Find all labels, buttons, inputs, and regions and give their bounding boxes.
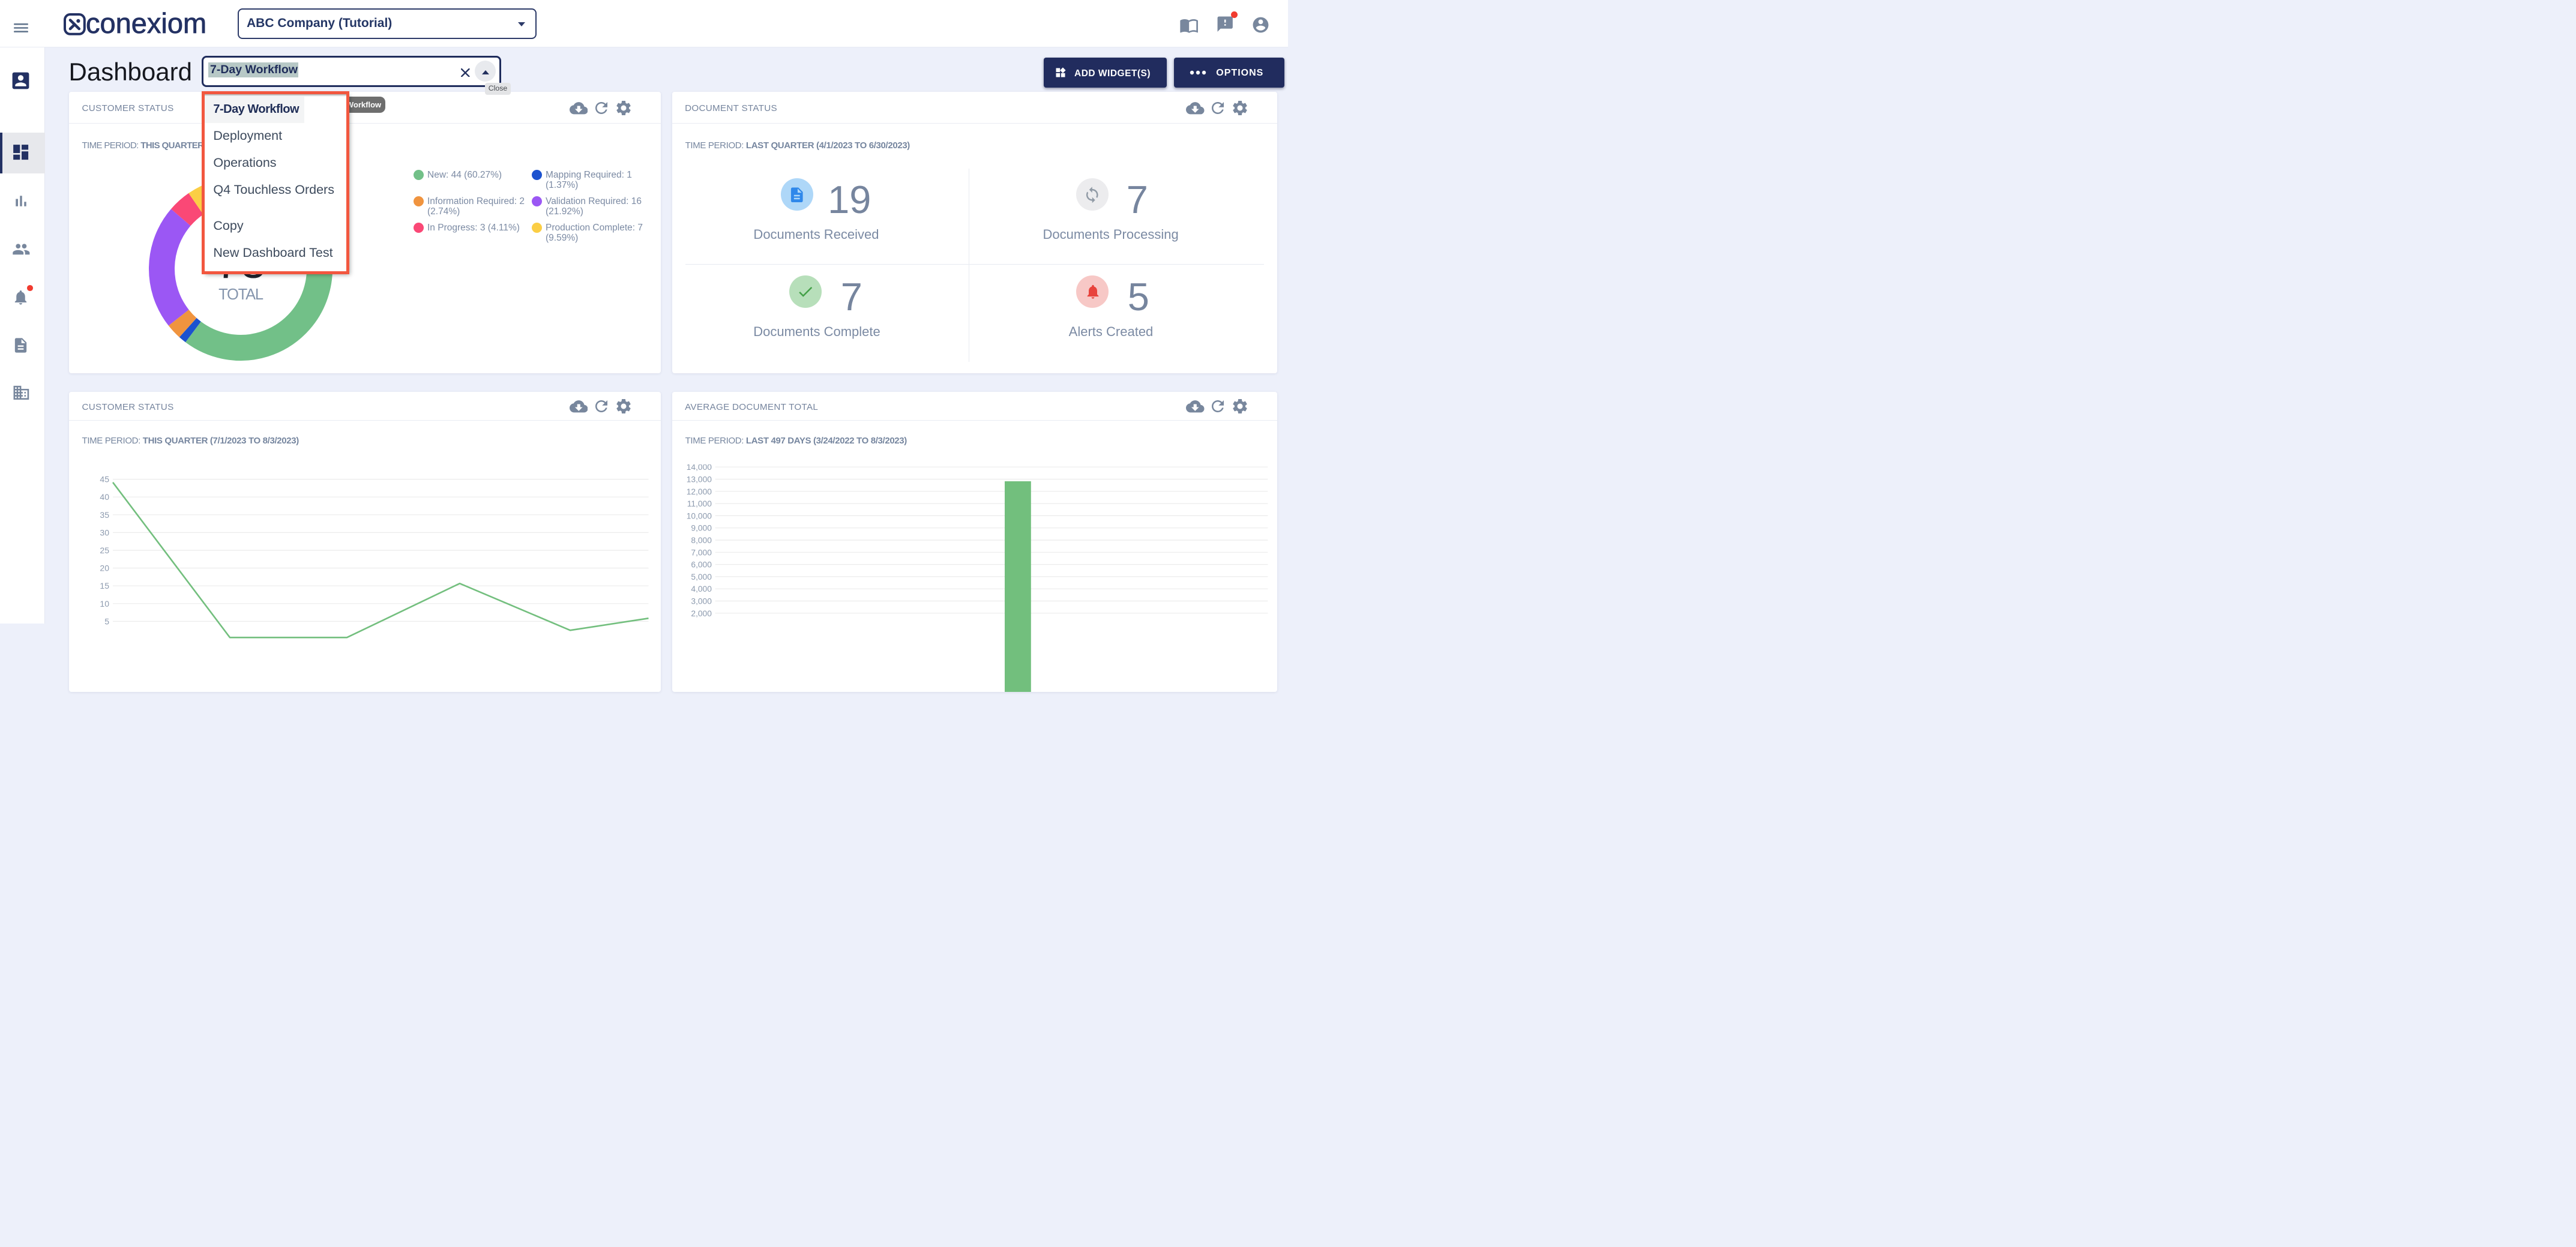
svg-text:5: 5 [104, 616, 109, 626]
svg-text:7,000: 7,000 [691, 548, 712, 557]
svg-text:15: 15 [100, 581, 109, 590]
svg-text:3,000: 3,000 [691, 597, 712, 606]
svg-text:9,000: 9,000 [691, 524, 712, 533]
svg-text:10,000: 10,000 [686, 512, 711, 521]
svg-text:10: 10 [100, 598, 109, 608]
svg-text:14,000: 14,000 [686, 464, 711, 472]
svg-text:11,000: 11,000 [687, 499, 711, 508]
svg-text:25: 25 [100, 545, 109, 555]
svg-text:4,000: 4,000 [691, 584, 712, 593]
svg-text:30: 30 [100, 527, 109, 537]
svg-text:35: 35 [100, 509, 109, 519]
svg-text:2,000: 2,000 [691, 609, 712, 618]
svg-text:12,000: 12,000 [686, 487, 711, 496]
svg-text:6,000: 6,000 [691, 560, 712, 569]
svg-text:40: 40 [100, 492, 109, 502]
svg-text:20: 20 [100, 563, 109, 572]
svg-text:45: 45 [100, 474, 109, 484]
svg-text:5,000: 5,000 [691, 572, 712, 581]
svg-text:13,000: 13,000 [686, 475, 711, 484]
svg-text:8,000: 8,000 [691, 536, 712, 545]
